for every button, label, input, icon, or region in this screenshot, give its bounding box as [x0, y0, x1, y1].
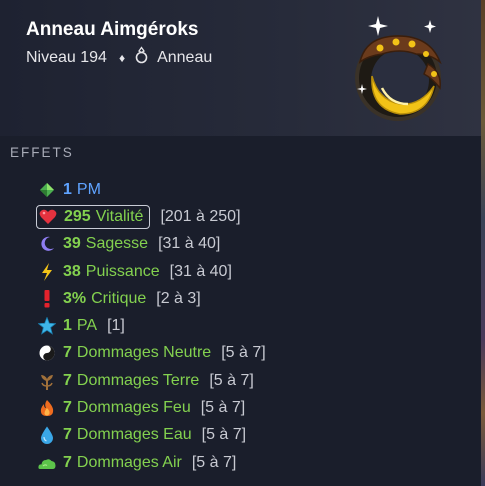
- effect-row: 39 Sagesse [31 à 40]: [38, 231, 478, 258]
- effect-row: 1 PM: [38, 176, 478, 203]
- effect-row: 7 Dommages Neutre [5 à 7]: [38, 340, 478, 367]
- effect-range: [5 à 7]: [209, 371, 254, 389]
- effect-label: Dommages Terre: [76, 371, 200, 389]
- air-cloud-icon: [38, 454, 56, 472]
- ring-icon: [135, 46, 148, 69]
- effect-row: 1 PA [1]: [38, 312, 478, 339]
- effect-label: Dommages Eau: [76, 426, 192, 444]
- effect-value: 7: [63, 399, 72, 417]
- fire-icon: [38, 399, 56, 417]
- effect-label: Vitalité: [95, 207, 144, 225]
- effect-label: Dommages Neutre: [76, 344, 212, 362]
- effect-range: [31 à 40]: [158, 235, 221, 253]
- effect-value: 1: [63, 180, 72, 198]
- pm-diamond-icon: [38, 181, 56, 199]
- effect-row: 3% Critique [2 à 3]: [38, 285, 478, 312]
- item-type: Anneau: [157, 48, 213, 66]
- item-subtitle: Niveau 194 ♦ Anneau: [26, 46, 212, 69]
- earth-sprout-icon: [38, 372, 56, 390]
- effect-range: [5 à 7]: [200, 399, 246, 417]
- effect-row: 7 Dommages Eau [5 à 7]: [38, 422, 478, 449]
- effect-label: Sagesse: [85, 235, 149, 253]
- item-name: Anneau Aimgéroks: [26, 19, 199, 40]
- effects-list: 1 PM 295 Vitalité [201 à 250] 39 Sagesse…: [36, 176, 478, 476]
- effect-label: Dommages Air: [76, 453, 182, 471]
- effect-value: 7: [63, 371, 72, 389]
- moon-icon: [38, 235, 56, 253]
- effect-label: PA: [76, 317, 98, 335]
- item-header: Anneau Aimgéroks Niveau 194 ♦ Anneau: [0, 0, 481, 136]
- effect-label: Puissance: [85, 262, 160, 280]
- effect-range: [5 à 7]: [201, 426, 247, 444]
- effect-label: Critique: [91, 289, 147, 307]
- effect-label: Dommages Feu: [76, 399, 191, 417]
- water-drop-icon: [38, 426, 56, 445]
- effect-range: [5 à 7]: [221, 344, 266, 362]
- effect-range: [5 à 7]: [191, 453, 237, 471]
- effect-label: PM: [76, 180, 101, 198]
- effects-section-title: EFFETS: [10, 145, 74, 160]
- effect-row: 295 Vitalité [201 à 250]: [36, 203, 478, 230]
- effect-range: [201 à 250]: [160, 207, 241, 225]
- ring-item-image: [350, 14, 450, 131]
- effect-row: 38 Puissance [31 à 40]: [38, 258, 478, 285]
- effect-row: 7 Dommages Air [5 à 7]: [38, 449, 478, 476]
- effect-value: 295: [64, 207, 91, 225]
- highlighted-effect: 295 Vitalité: [36, 204, 151, 229]
- background-edge: [481, 0, 485, 486]
- lightning-icon: [38, 262, 56, 281]
- effect-value: 38: [63, 262, 81, 280]
- item-level: Niveau 194: [26, 48, 107, 66]
- effect-value: 7: [63, 426, 72, 444]
- effect-value: 3%: [63, 289, 87, 307]
- heart-icon: [39, 208, 57, 226]
- effect-row: 7 Dommages Terre [5 à 7]: [38, 367, 478, 394]
- effect-range: [1]: [107, 317, 125, 335]
- effect-value: 39: [63, 235, 81, 253]
- star-icon: [38, 317, 56, 335]
- effect-range: [2 à 3]: [156, 289, 201, 307]
- yin-yang-icon: [38, 344, 56, 362]
- effect-value: 7: [63, 344, 72, 362]
- effect-range: [31 à 40]: [169, 262, 232, 280]
- effect-value: 7: [63, 453, 72, 471]
- effect-row: 7 Dommages Feu [5 à 7]: [38, 394, 478, 421]
- effect-value: 1: [63, 317, 72, 335]
- exclamation-icon: [38, 289, 56, 308]
- separator-diamond: ♦: [118, 50, 126, 65]
